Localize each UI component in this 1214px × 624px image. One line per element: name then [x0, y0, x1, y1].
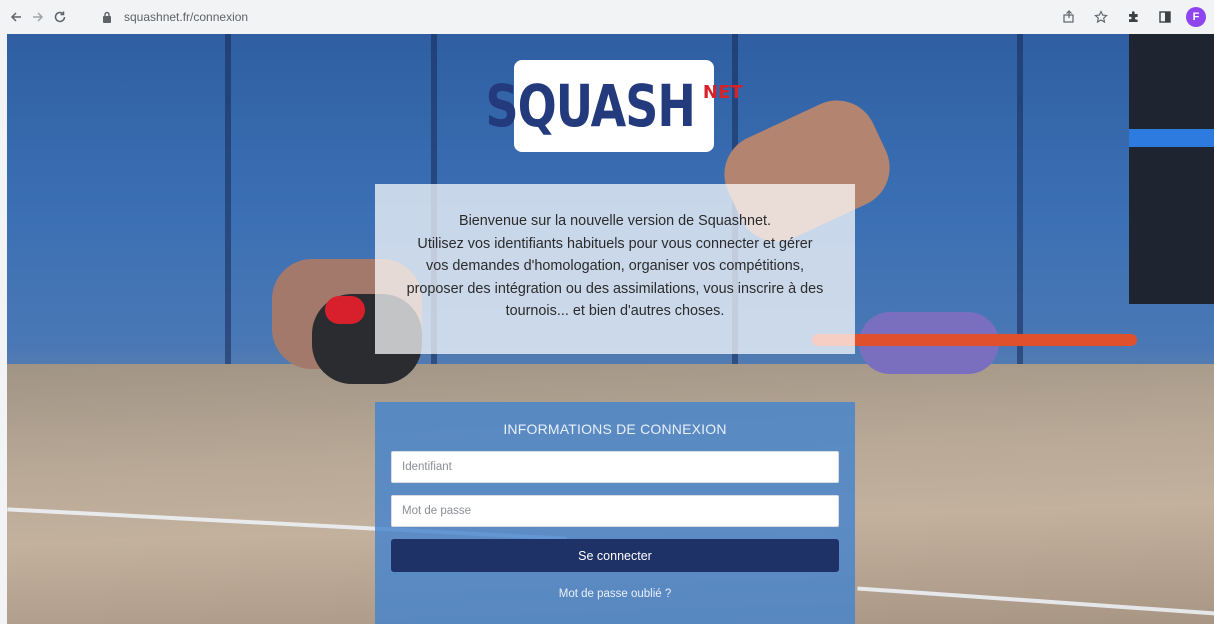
- forgot-password-link[interactable]: Mot de passe oublié ?: [391, 588, 839, 600]
- welcome-panel: Bienvenue sur la nouvelle version de Squ…: [375, 184, 855, 354]
- welcome-line: proposer des intégration ou des assimila…: [406, 280, 824, 297]
- login-form: INFORMATIONS DE CONNEXION Se connecter M…: [375, 402, 855, 624]
- username-input[interactable]: [391, 451, 839, 483]
- player-bandana-shape: [325, 296, 365, 324]
- logo-net-text: NET: [702, 82, 743, 103]
- profile-avatar[interactable]: F: [1186, 7, 1206, 27]
- password-input[interactable]: [391, 495, 839, 527]
- address-url[interactable]: squashnet.fr/connexion: [124, 10, 248, 24]
- background-post: [1129, 34, 1214, 304]
- side-panel-icon[interactable]: [1154, 6, 1176, 28]
- address-bar[interactable]: squashnet.fr/connexion: [90, 5, 1060, 29]
- racket-shape: [812, 334, 1137, 346]
- login-title: INFORMATIONS DE CONNEXION: [503, 421, 727, 437]
- forward-arrow-icon[interactable]: [27, 6, 49, 28]
- logo-main-text: SQUASH: [485, 72, 695, 140]
- welcome-line: Utilisez vos identifiants habituels pour…: [417, 235, 813, 252]
- extensions-puzzle-icon[interactable]: [1122, 6, 1144, 28]
- bookmark-star-icon[interactable]: [1090, 6, 1112, 28]
- welcome-line: vos demandes d'homologation, organiser v…: [426, 258, 804, 274]
- login-button[interactable]: Se connecter: [391, 539, 839, 572]
- squashnet-logo[interactable]: SQUASH NET: [485, 60, 743, 152]
- share-icon[interactable]: [1058, 6, 1080, 28]
- welcome-line: tournois... et bien d'autres choses.: [505, 303, 725, 319]
- browser-toolbar: squashnet.fr/connexion F: [0, 0, 1214, 34]
- page-viewport: SQUASH NET Bienvenue sur la nouvelle ver…: [7, 34, 1214, 624]
- reload-icon[interactable]: [49, 6, 71, 28]
- back-arrow-icon[interactable]: [5, 6, 27, 28]
- lock-icon[interactable]: [102, 11, 120, 23]
- welcome-line: Bienvenue sur la nouvelle version de Squ…: [458, 213, 771, 229]
